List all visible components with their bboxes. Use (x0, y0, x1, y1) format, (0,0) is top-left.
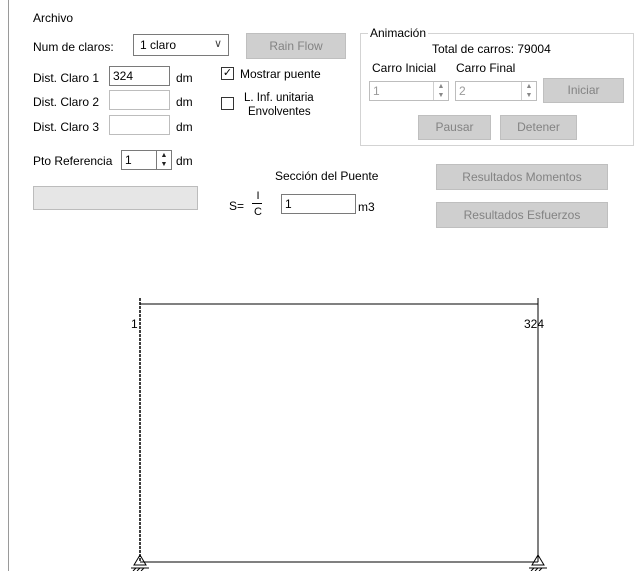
bridge-diagram: 1 324 (131, 298, 547, 571)
diagram-left-label: 1 (131, 317, 138, 331)
left-support-icon (131, 554, 149, 571)
diagram-right-label: 324 (524, 317, 544, 331)
